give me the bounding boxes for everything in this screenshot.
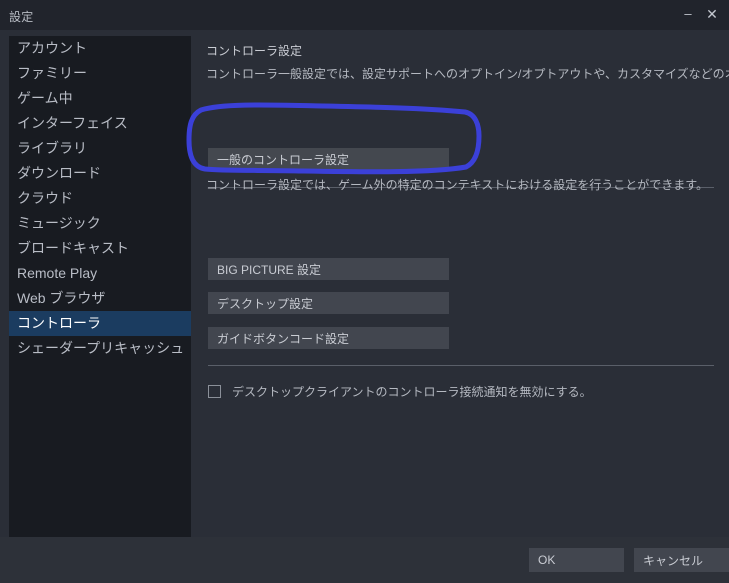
sidebar-item-shader-precache[interactable]: シェーダープリキャッシュ [9,336,191,361]
disable-controller-notification-row[interactable]: デスクトップクライアントのコントローラ接続通知を無効にする。 [208,383,592,400]
settings-sidebar: アカウント ファミリー ゲーム中 インターフェイス ライブラリ ダウンロード ク… [9,36,191,537]
disable-controller-notification-label: デスクトップクライアントのコントローラ接続通知を無効にする。 [232,385,592,399]
window-title: 設定 [9,10,34,24]
sidebar-item-library[interactable]: ライブラリ [9,136,191,161]
sidebar-item-downloads[interactable]: ダウンロード [9,161,191,186]
sidebar-item-interface[interactable]: インターフェイス [9,111,191,136]
sidebar-item-in-game[interactable]: ゲーム中 [9,86,191,111]
cancel-button[interactable]: キャンセル [634,548,729,572]
general-controller-settings-button[interactable]: 一般のコントローラ設定 [208,148,449,170]
guide-button-chord-settings-button[interactable]: ガイドボタンコード設定 [208,327,449,349]
close-icon[interactable]: ✕ [701,3,723,25]
sidebar-item-controller[interactable]: コントローラ [9,311,191,336]
page-title: コントローラ設定 [206,44,303,58]
sidebar-item-account[interactable]: アカウント [9,36,191,61]
window-titlebar: 設定 – ✕ [0,0,729,30]
sidebar-item-family[interactable]: ファミリー [9,61,191,86]
sidebar-item-cloud[interactable]: クラウド [9,186,191,211]
description-context: コントローラ設定では、ゲーム外の特定のコンテキストにおける設定を行うことができま… [206,178,709,192]
divider-bottom [208,365,714,366]
sidebar-item-web-browser[interactable]: Web ブラウザ [9,286,191,311]
minimize-icon[interactable]: – [677,3,699,25]
dialog-footer: OK キャンセル [0,537,729,583]
sidebar-item-music[interactable]: ミュージック [9,211,191,236]
settings-window: 設定 – ✕ アカウント ファミリー ゲーム中 インターフェイス ライブラリ ダ… [0,0,729,583]
description-general: コントローラ一般設定では、設定サポートへのオプトイン/オプトアウトや、カスタマイ… [206,67,729,81]
ok-button[interactable]: OK [529,548,624,572]
big-picture-settings-button[interactable]: BIG PICTURE 設定 [208,258,449,280]
settings-content-panel: コントローラ設定 コントローラ一般設定では、設定サポートへのオプトイン/オプトア… [191,30,729,537]
desktop-settings-button[interactable]: デスクトップ設定 [208,292,449,314]
sidebar-item-remote-play[interactable]: Remote Play [9,261,191,286]
disable-controller-notification-checkbox[interactable] [208,385,221,398]
sidebar-item-broadcast[interactable]: ブロードキャスト [9,236,191,261]
